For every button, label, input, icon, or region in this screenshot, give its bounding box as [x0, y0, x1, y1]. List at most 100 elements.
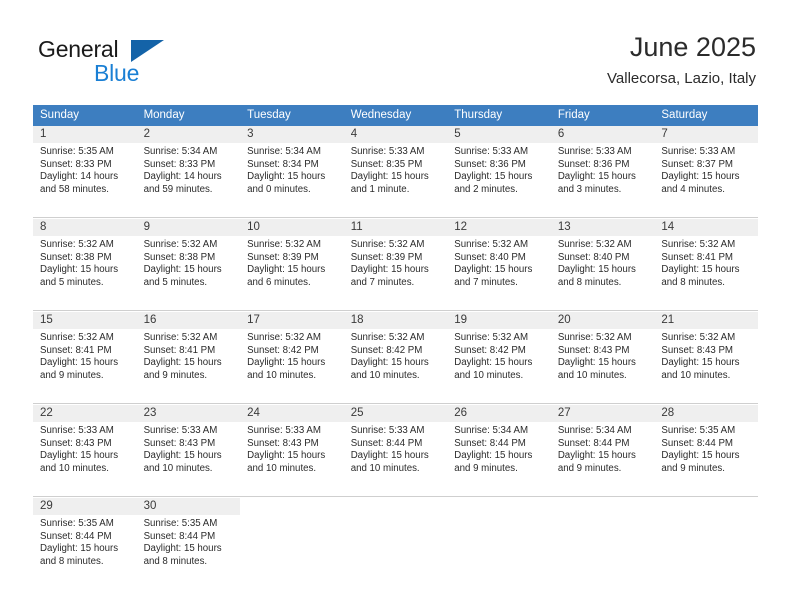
sunset-text: Sunset: 8:43 PM	[661, 344, 733, 356]
sunset-text: Sunset: 8:34 PM	[247, 158, 319, 170]
weekday-header-friday: Friday	[550, 105, 655, 126]
day-details: Sunrise: 5:32 AM Sunset: 8:40 PM Dayligh…	[447, 236, 551, 289]
daylight-text-line1: Daylight: 15 hours	[247, 264, 326, 276]
day-details: Sunrise: 5:33 AM Sunset: 8:44 PM Dayligh…	[344, 422, 448, 475]
day-details: Sunrise: 5:32 AM Sunset: 8:43 PM Dayligh…	[551, 329, 655, 382]
daylight-text-line1: Daylight: 15 hours	[143, 450, 222, 462]
daylight-text-line1: Daylight: 14 hours	[40, 171, 119, 183]
day-cell[interactable]: 21 Sunrise: 5:32 AM Sunset: 8:43 PM Dayl…	[654, 311, 758, 403]
sunset-text: Sunset: 8:44 PM	[40, 530, 112, 542]
sunset-text: Sunset: 8:43 PM	[40, 437, 112, 449]
day-cell[interactable]: 7 Sunrise: 5:33 AM Sunset: 8:37 PM Dayli…	[654, 126, 758, 217]
day-details: Sunrise: 5:34 AM Sunset: 8:34 PM Dayligh…	[240, 143, 344, 196]
daylight-text-line2: and 9 minutes.	[143, 369, 208, 381]
day-cell[interactable]: 9 Sunrise: 5:32 AM Sunset: 8:38 PM Dayli…	[136, 218, 241, 310]
daylight-text-line2: and 10 minutes.	[661, 369, 731, 381]
daylight-text-line2: and 9 minutes.	[661, 462, 725, 474]
day-cell[interactable]: 3 Sunrise: 5:34 AM Sunset: 8:34 PM Dayli…	[240, 126, 344, 217]
sunrise-text: Sunrise: 5:33 AM	[247, 425, 321, 436]
sunset-text: Sunset: 8:42 PM	[350, 344, 423, 356]
day-cell[interactable]: 6 Sunrise: 5:33 AM Sunset: 8:36 PM Dayli…	[550, 126, 655, 217]
day-details: Sunrise: 5:32 AM Sunset: 8:39 PM Dayligh…	[344, 236, 448, 289]
day-cell[interactable]: 19 Sunrise: 5:32 AM Sunset: 8:42 PM Dayl…	[447, 311, 551, 403]
sunrise-text: Sunrise: 5:32 AM	[350, 239, 425, 250]
day-cell-empty	[550, 497, 655, 589]
day-cell[interactable]: 4 Sunrise: 5:33 AM Sunset: 8:35 PM Dayli…	[343, 126, 448, 217]
calendar-table: Sunday Monday Tuesday Wednesday Thursday…	[33, 105, 758, 589]
day-cell[interactable]: 30 Sunrise: 5:35 AM Sunset: 8:44 PM Dayl…	[136, 497, 241, 589]
sunset-text: Sunset: 8:41 PM	[143, 344, 216, 356]
daylight-text-line2: and 8 minutes.	[661, 276, 725, 288]
day-details: Sunrise: 5:32 AM Sunset: 8:40 PM Dayligh…	[551, 236, 655, 289]
page-subtitle: Vallecorsa, Lazio, Italy	[607, 70, 756, 87]
day-cell-empty	[343, 497, 448, 589]
day-cell[interactable]: 14 Sunrise: 5:32 AM Sunset: 8:41 PM Dayl…	[654, 218, 758, 310]
daylight-text-line2: and 9 minutes.	[40, 369, 104, 381]
day-cell[interactable]: 20 Sunrise: 5:32 AM Sunset: 8:43 PM Dayl…	[550, 311, 655, 403]
day-cell[interactable]: 11 Sunrise: 5:32 AM Sunset: 8:39 PM Dayl…	[343, 218, 448, 310]
day-cell-empty	[240, 497, 344, 589]
sunrise-text: Sunrise: 5:32 AM	[247, 332, 321, 343]
daylight-text-line1: Daylight: 15 hours	[40, 264, 119, 276]
day-number: 2	[136, 126, 241, 143]
daylight-text-line2: and 1 minute.	[350, 183, 410, 195]
day-cell[interactable]: 16 Sunrise: 5:32 AM Sunset: 8:41 PM Dayl…	[136, 311, 241, 403]
day-cell[interactable]: 8 Sunrise: 5:32 AM Sunset: 8:38 PM Dayli…	[33, 218, 137, 310]
daylight-text-line2: and 4 minutes.	[661, 183, 725, 195]
day-cell[interactable]: 12 Sunrise: 5:32 AM Sunset: 8:40 PM Dayl…	[447, 218, 551, 310]
day-cell[interactable]: 10 Sunrise: 5:32 AM Sunset: 8:39 PM Dayl…	[240, 218, 344, 310]
day-details: Sunrise: 5:34 AM Sunset: 8:44 PM Dayligh…	[551, 422, 655, 475]
page-header: General Blue June 2025 Vallecorsa, Lazio…	[0, 0, 792, 100]
day-number: 17	[240, 312, 344, 329]
day-cell[interactable]: 13 Sunrise: 5:32 AM Sunset: 8:40 PM Dayl…	[550, 218, 655, 310]
general-blue-logo[interactable]: General Blue	[38, 36, 248, 88]
day-cell[interactable]: 28 Sunrise: 5:35 AM Sunset: 8:44 PM Dayl…	[654, 404, 758, 496]
day-cell[interactable]: 23 Sunrise: 5:33 AM Sunset: 8:43 PM Dayl…	[136, 404, 241, 496]
sunrise-text: Sunrise: 5:34 AM	[454, 425, 529, 436]
day-number: 24	[240, 405, 344, 422]
day-number: 14	[654, 219, 758, 236]
daylight-text-line2: and 0 minutes.	[247, 183, 311, 195]
sunset-text: Sunset: 8:41 PM	[661, 251, 733, 263]
daylight-text-line2: and 9 minutes.	[557, 462, 622, 474]
sunrise-text: Sunrise: 5:35 AM	[661, 425, 736, 436]
logo-text-blue: Blue	[94, 60, 140, 86]
daylight-text-line1: Daylight: 15 hours	[557, 357, 636, 369]
daylight-text-line1: Daylight: 15 hours	[350, 264, 429, 276]
weekday-header-saturday: Saturday	[654, 105, 758, 126]
day-cell[interactable]: 17 Sunrise: 5:32 AM Sunset: 8:42 PM Dayl…	[240, 311, 344, 403]
day-cell-empty	[654, 497, 758, 589]
page-title: June 2025	[629, 32, 756, 62]
day-cell[interactable]: 27 Sunrise: 5:34 AM Sunset: 8:44 PM Dayl…	[550, 404, 655, 496]
day-number: 6	[550, 126, 655, 143]
day-cell[interactable]: 24 Sunrise: 5:33 AM Sunset: 8:43 PM Dayl…	[240, 404, 344, 496]
daylight-text-line1: Daylight: 15 hours	[454, 450, 533, 462]
daylight-text-line1: Daylight: 15 hours	[557, 264, 636, 276]
daylight-text-line1: Daylight: 15 hours	[454, 171, 533, 183]
day-cell[interactable]: 22 Sunrise: 5:33 AM Sunset: 8:43 PM Dayl…	[33, 404, 137, 496]
sunrise-text: Sunrise: 5:32 AM	[454, 239, 529, 250]
day-cell[interactable]: 26 Sunrise: 5:34 AM Sunset: 8:44 PM Dayl…	[447, 404, 551, 496]
day-cell[interactable]: 18 Sunrise: 5:32 AM Sunset: 8:42 PM Dayl…	[343, 311, 448, 403]
day-details: Sunrise: 5:32 AM Sunset: 8:38 PM Dayligh…	[137, 236, 241, 289]
day-number: 3	[240, 126, 344, 143]
day-cell[interactable]: 2 Sunrise: 5:34 AM Sunset: 8:33 PM Dayli…	[136, 126, 241, 217]
weekday-header-thursday: Thursday	[447, 105, 551, 126]
daylight-text-line2: and 10 minutes.	[454, 369, 524, 381]
daylight-text-line1: Daylight: 15 hours	[350, 450, 429, 462]
day-number: 19	[447, 312, 551, 329]
sunrise-text: Sunrise: 5:35 AM	[40, 146, 114, 157]
day-cell[interactable]: 29 Sunrise: 5:35 AM Sunset: 8:44 PM Dayl…	[33, 497, 137, 589]
daylight-text-line1: Daylight: 15 hours	[350, 357, 429, 369]
day-cell[interactable]: 5 Sunrise: 5:33 AM Sunset: 8:36 PM Dayli…	[447, 126, 551, 217]
day-cell[interactable]: 1 Sunrise: 5:35 AM Sunset: 8:33 PM Dayli…	[33, 126, 137, 217]
daylight-text-line2: and 5 minutes.	[40, 276, 104, 288]
day-details: Sunrise: 5:33 AM Sunset: 8:36 PM Dayligh…	[551, 143, 655, 196]
day-number: 8	[33, 219, 137, 236]
day-details: Sunrise: 5:32 AM Sunset: 8:41 PM Dayligh…	[654, 236, 758, 289]
day-details: Sunrise: 5:35 AM Sunset: 8:33 PM Dayligh…	[33, 143, 137, 196]
day-cell[interactable]: 15 Sunrise: 5:32 AM Sunset: 8:41 PM Dayl…	[33, 311, 137, 403]
daylight-text-line1: Daylight: 15 hours	[454, 264, 533, 276]
day-cell[interactable]: 25 Sunrise: 5:33 AM Sunset: 8:44 PM Dayl…	[343, 404, 448, 496]
sunset-text: Sunset: 8:38 PM	[40, 251, 112, 263]
